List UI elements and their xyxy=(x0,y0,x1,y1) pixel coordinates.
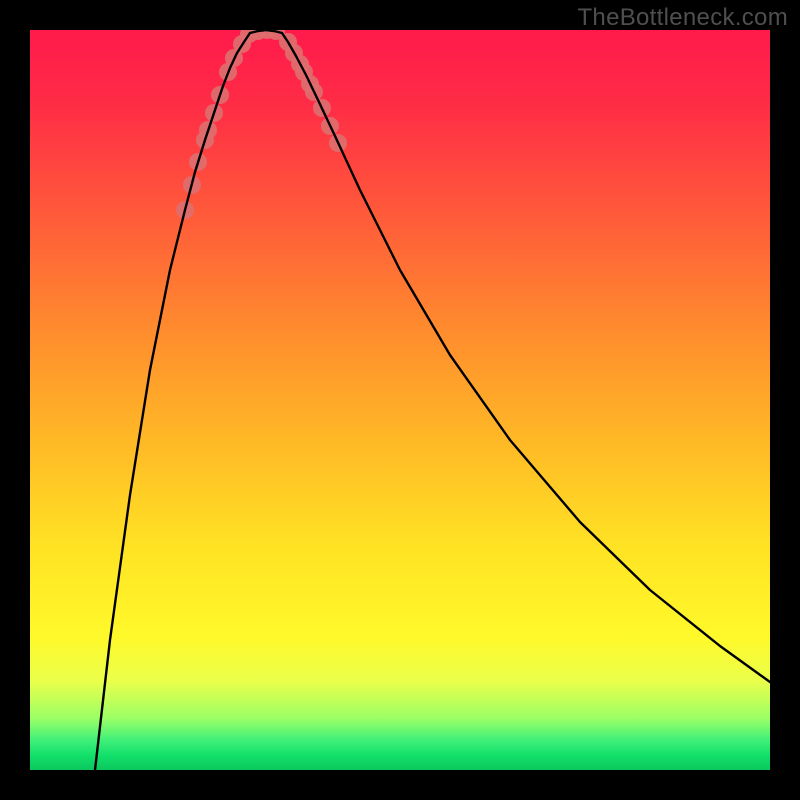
curve-left xyxy=(95,33,250,770)
curve-right xyxy=(282,33,770,682)
chart-frame: TheBottleneck.com xyxy=(0,0,800,800)
watermark-text: TheBottleneck.com xyxy=(577,4,788,32)
chart-svg xyxy=(30,30,770,770)
plot-area xyxy=(30,30,770,770)
